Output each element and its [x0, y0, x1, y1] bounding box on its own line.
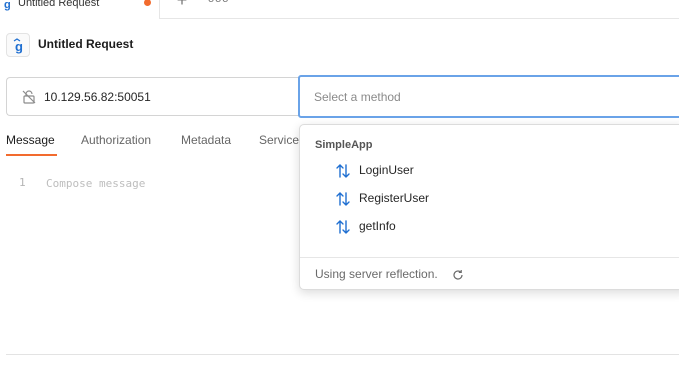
bidirectional-stream-icon: [335, 219, 351, 240]
server-reflection-status: Using server reflection.: [315, 267, 438, 281]
service-group-label: SimpleApp: [315, 139, 373, 151]
method-select-placeholder: Select a method: [314, 90, 401, 104]
bidirectional-stream-icon: [335, 163, 351, 184]
unsaved-indicator: [144, 0, 151, 6]
method-select[interactable]: Select a method: [298, 75, 679, 118]
tab-strip: g Untitled Request + ooo: [0, 0, 679, 19]
active-tab-indicator: [6, 154, 57, 156]
server-url-value[interactable]: 10.129.56.82:50051: [44, 90, 151, 104]
unlocked-icon[interactable]: [21, 89, 37, 110]
tab-service[interactable]: Service: [259, 133, 299, 147]
method-option-label: getInfo: [359, 219, 396, 233]
app-root: g Untitled Request + ooo g Untitled Requ…: [0, 0, 679, 370]
method-dropdown: SimpleApp LoginUser RegisterUser getInfo…: [299, 124, 679, 290]
tab-untitled-request[interactable]: g Untitled Request: [0, 0, 160, 19]
method-option-label: RegisterUser: [359, 191, 430, 205]
request-title[interactable]: Untitled Request: [38, 37, 133, 51]
line-number: 1: [19, 176, 26, 189]
tab-authorization[interactable]: Authorization: [81, 133, 151, 147]
bidirectional-stream-icon: [335, 191, 351, 212]
grpc-icon: g: [4, 0, 11, 11]
refresh-icon[interactable]: [452, 268, 464, 286]
method-option-loginuser[interactable]: LoginUser: [300, 159, 679, 183]
server-url-field[interactable]: 10.129.56.82:50051: [6, 77, 306, 116]
dropdown-divider: [300, 257, 679, 258]
more-tabs-button[interactable]: ooo: [208, 0, 229, 5]
add-tab-button[interactable]: +: [174, 0, 190, 9]
tab-title: Untitled Request: [18, 0, 100, 9]
svg-text:g: g: [15, 39, 23, 54]
method-option-getinfo[interactable]: getInfo: [300, 215, 679, 239]
grpc-request-icon: g: [6, 33, 30, 57]
method-option-label: LoginUser: [359, 163, 414, 177]
message-editor[interactable]: Compose message: [46, 177, 145, 190]
method-option-registeruser[interactable]: RegisterUser: [300, 187, 679, 211]
divider: [6, 354, 679, 355]
tab-metadata[interactable]: Metadata: [181, 133, 231, 147]
tab-message[interactable]: Message: [6, 133, 55, 147]
